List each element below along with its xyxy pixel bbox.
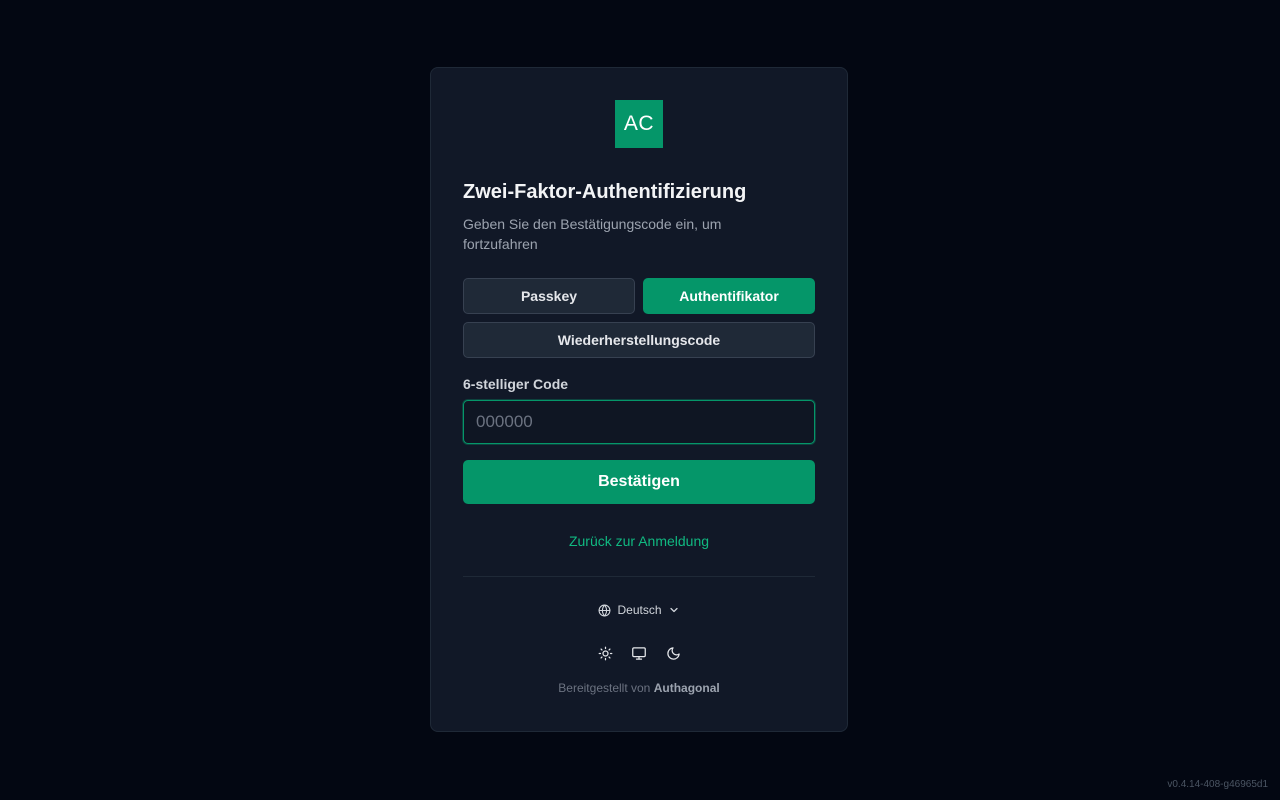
theme-switcher: [463, 645, 815, 661]
logo-container: AC: [463, 100, 815, 148]
page-subtitle: Geben Sie den Bestätigungscode ein, um f…: [463, 216, 722, 252]
back-to-login-link[interactable]: Zurück zur Anmeldung: [463, 532, 815, 550]
code-input[interactable]: [463, 400, 815, 444]
passkey-method-button[interactable]: Passkey: [463, 278, 635, 314]
code-field-label: 6-stelliger Code: [463, 376, 569, 392]
confirm-button[interactable]: Bestätigen: [463, 460, 815, 504]
powered-by: Bereitgestellt von Authagonal: [463, 681, 815, 695]
language-label: Deutsch: [617, 603, 662, 617]
powered-by-brand: Authagonal: [653, 681, 720, 695]
language-selector[interactable]: Deutsch: [463, 603, 815, 617]
divider: [463, 576, 815, 577]
moon-icon[interactable]: [665, 645, 681, 661]
method-selector: Passkey Authentifikator Wiederherstellun…: [463, 278, 815, 358]
page-title: Zwei-Faktor-Authentifizierung: [463, 181, 747, 203]
globe-icon: [598, 604, 611, 617]
monitor-icon[interactable]: [631, 645, 647, 661]
recovery-code-method-button[interactable]: Wiederherstellungscode: [463, 322, 815, 358]
login-card: AC Zwei-Faktor-Authentifizierung Geben S…: [430, 67, 848, 732]
chevron-down-icon: [668, 604, 680, 616]
version-label: v0.4.14-408-g46965d1: [1167, 779, 1268, 790]
app-logo: AC: [615, 100, 663, 148]
authenticator-method-button[interactable]: Authentifikator: [643, 278, 815, 314]
powered-by-prefix: Bereitgestellt von: [558, 681, 651, 695]
sun-icon[interactable]: [597, 645, 613, 661]
